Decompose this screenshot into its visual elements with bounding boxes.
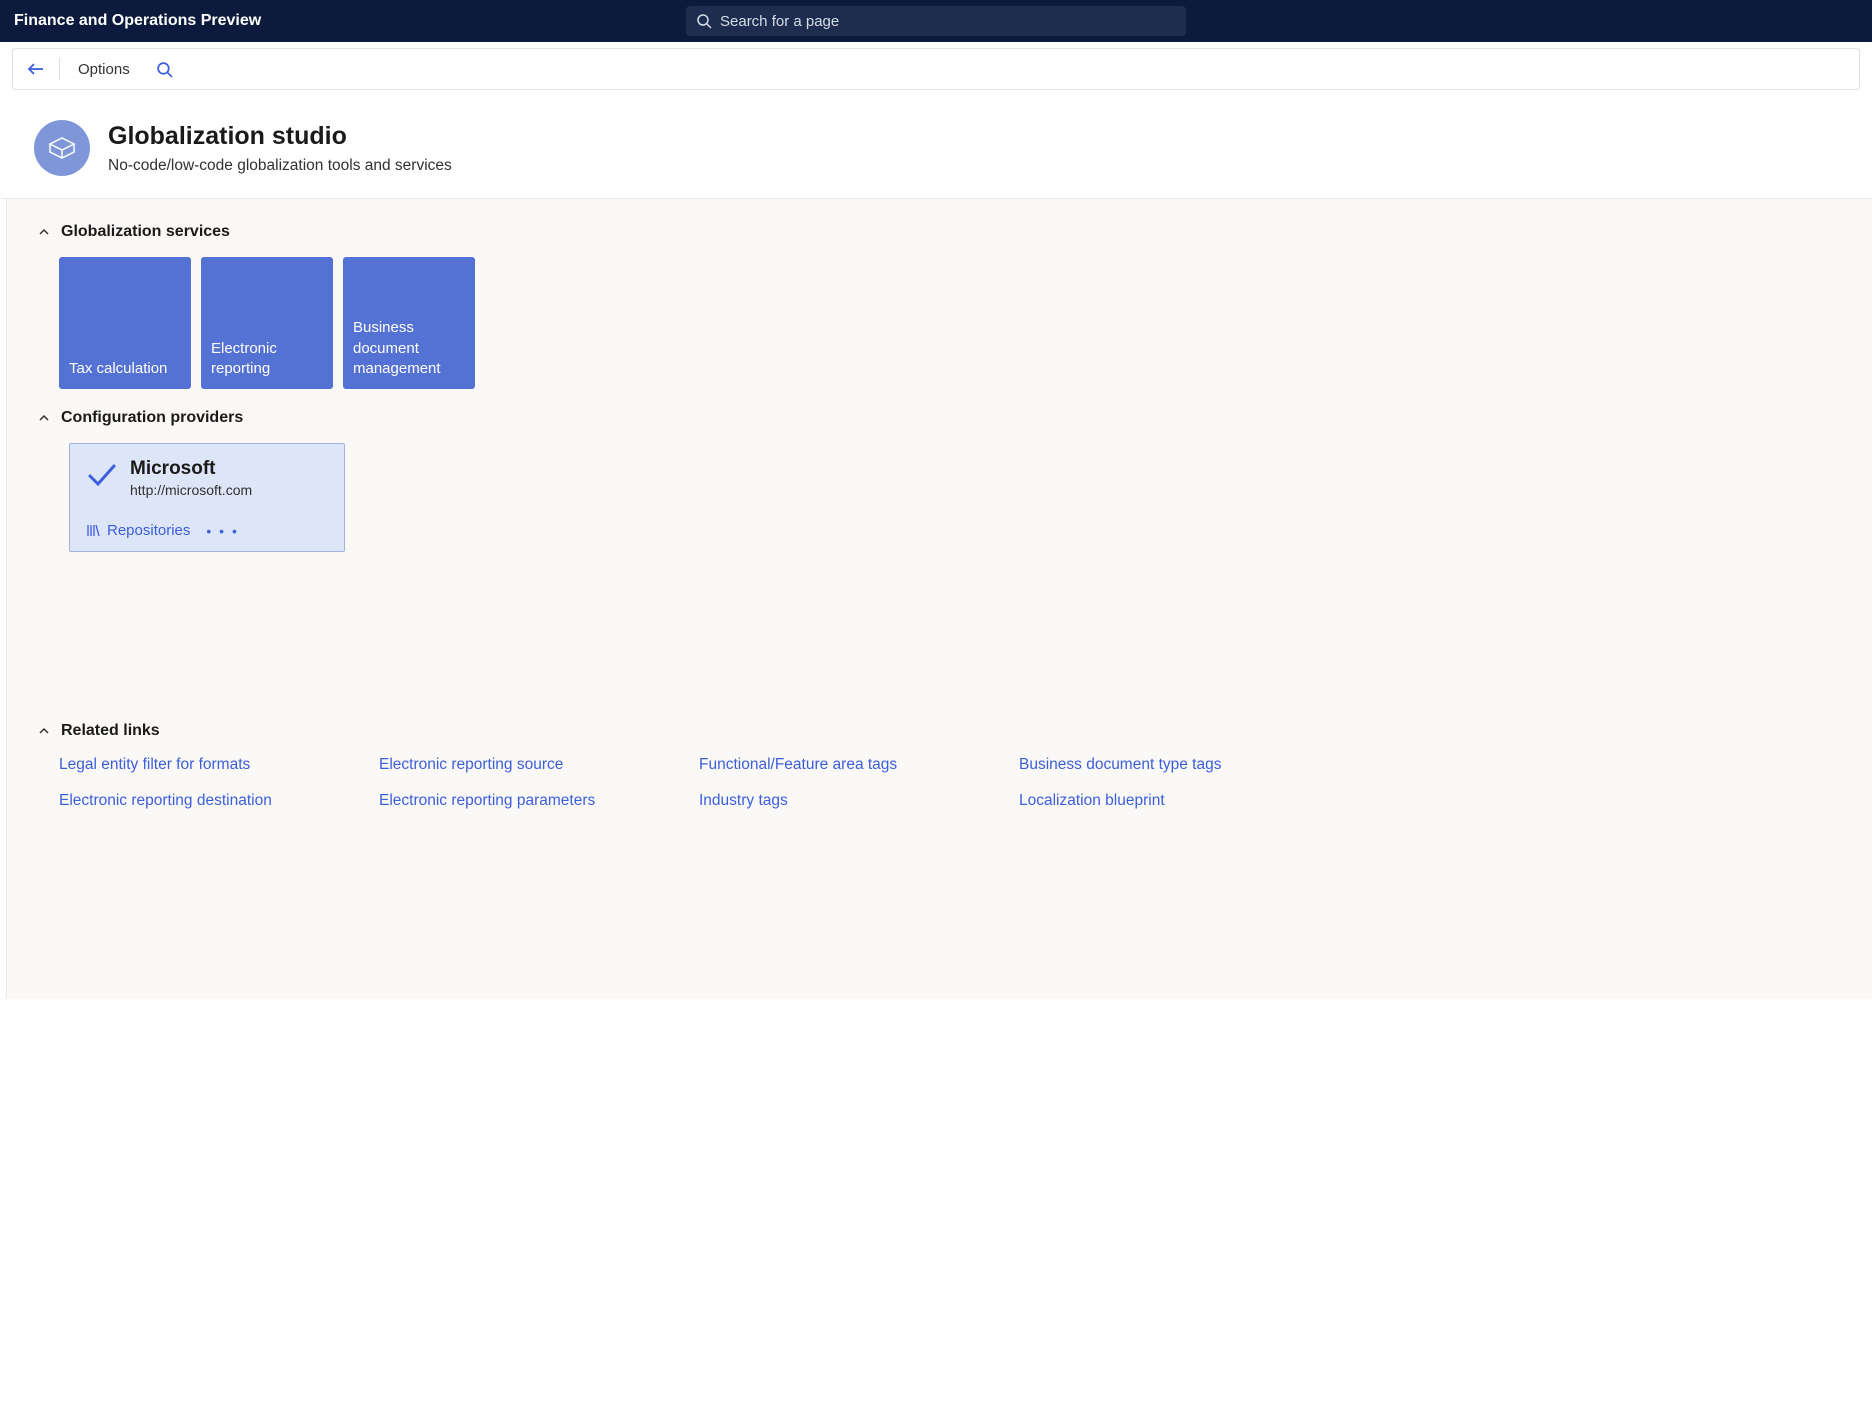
options-button[interactable]: Options — [68, 61, 140, 78]
section-configuration-providers: Configuration providers Microsoft http:/… — [7, 395, 1872, 558]
page-header: Globalization studio No-code/low-code gl… — [0, 96, 1872, 199]
checkmark-icon — [86, 462, 118, 493]
link-er-source[interactable]: Electronic reporting source — [379, 756, 679, 774]
section-globalization-services: Globalization services Tax calculation E… — [7, 209, 1872, 395]
repositories-link[interactable]: Repositories — [86, 522, 190, 539]
chevron-up-icon — [37, 411, 51, 425]
section-title: Globalization services — [61, 223, 230, 241]
link-legal-entity-filter[interactable]: Legal entity filter for formats — [59, 756, 359, 774]
search-icon — [156, 61, 173, 78]
page-title: Globalization studio — [108, 122, 452, 151]
tile-label: Electronic reporting — [211, 339, 323, 380]
tile-label: Business document management — [353, 318, 465, 379]
page-subtitle: No-code/low-code globalization tools and… — [108, 157, 452, 175]
section-header-services[interactable]: Globalization services — [37, 223, 1842, 241]
global-search-input[interactable]: Search for a page — [686, 6, 1186, 36]
chevron-up-icon — [37, 724, 51, 738]
library-icon — [86, 523, 101, 538]
chevron-up-icon — [37, 225, 51, 239]
globalization-studio-icon — [34, 120, 90, 176]
provider-card-microsoft[interactable]: Microsoft http://microsoft.com Repositor… — [69, 443, 345, 552]
repositories-label: Repositories — [107, 522, 190, 539]
action-bar: Options — [12, 48, 1860, 90]
divider — [59, 58, 60, 80]
link-doc-type-tags[interactable]: Business document type tags — [1019, 756, 1319, 774]
section-related-links: Related links Legal entity filter for fo… — [7, 708, 1872, 816]
section-header-related[interactable]: Related links — [37, 722, 1842, 740]
provider-url: http://microsoft.com — [130, 482, 252, 498]
link-localization-blueprint[interactable]: Localization blueprint — [1019, 792, 1319, 810]
arrow-left-icon — [26, 59, 46, 79]
tile-label: Tax calculation — [69, 359, 167, 379]
section-title: Related links — [61, 722, 160, 740]
tile-tax-calculation[interactable]: Tax calculation — [59, 257, 191, 389]
action-search-button[interactable] — [150, 54, 180, 84]
link-er-destination[interactable]: Electronic reporting destination — [59, 792, 359, 810]
tile-business-document-management[interactable]: Business document management — [343, 257, 475, 389]
link-functional-tags[interactable]: Functional/Feature area tags — [699, 756, 999, 774]
search-icon — [696, 13, 712, 29]
link-er-parameters[interactable]: Electronic reporting parameters — [379, 792, 679, 810]
section-header-providers[interactable]: Configuration providers — [37, 409, 1842, 427]
content-area: Globalization services Tax calculation E… — [6, 199, 1872, 999]
tile-electronic-reporting[interactable]: Electronic reporting — [201, 257, 333, 389]
link-industry-tags[interactable]: Industry tags — [699, 792, 999, 810]
back-button[interactable] — [21, 54, 51, 84]
app-title: Finance and Operations Preview — [14, 12, 261, 30]
search-placeholder: Search for a page — [720, 13, 839, 30]
provider-name: Microsoft — [130, 458, 252, 480]
more-actions-button[interactable]: • • • — [206, 523, 238, 539]
section-title: Configuration providers — [61, 409, 243, 427]
top-bar: Finance and Operations Preview Search fo… — [0, 0, 1872, 42]
